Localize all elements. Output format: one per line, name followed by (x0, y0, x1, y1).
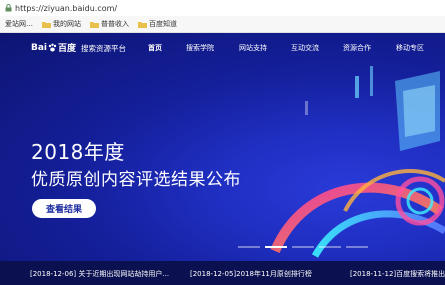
bookmark-label: 百度知道 (149, 20, 177, 28)
url-text: https://ziyuan.baidu.com/ (15, 3, 118, 13)
carousel-dot[interactable] (319, 246, 341, 248)
carousel-dot-active[interactable] (265, 246, 287, 248)
bookmark-item[interactable]: 爱站网… (5, 19, 33, 29)
nav-item-support[interactable]: 网站支持 (239, 43, 267, 53)
paw-icon (48, 43, 57, 52)
hero-title-year: 2018年度 (31, 140, 125, 164)
nav-item-cooperation[interactable]: 资源合作 (343, 43, 371, 53)
carousel-indicators (238, 246, 373, 248)
news-item[interactable]: [2018-11-12]百度搜索将推出小 (350, 269, 445, 279)
hero-banner: Bai 百度 搜索资源平台 首页 搜索学院 网站支持 互动交流 资源合作 移动专… (0, 33, 445, 285)
logo-text-cn: 百度 (58, 44, 77, 54)
top-nav: Bai 百度 搜索资源平台 首页 搜索学院 网站支持 互动交流 资源合作 移动专… (0, 33, 445, 61)
bookmark-label: 我的网站 (53, 20, 81, 28)
view-results-button[interactable]: 查看结果 (32, 199, 96, 218)
baidu-logo[interactable]: Bai 百度 (31, 41, 77, 55)
bookmark-item[interactable]: 普普收入 (90, 19, 129, 29)
nav-item-mobile[interactable]: 移动专区 (396, 43, 424, 53)
bookmarks-bar: 爱站网… 我的网站 普普收入 百度知道 (0, 16, 445, 33)
hero-title-main: 优质原创内容评选结果公布 (31, 170, 241, 190)
bookmark-item[interactable]: 我的网站 (42, 19, 81, 29)
platform-title: 搜索资源平台 (81, 44, 126, 53)
folder-icon (42, 21, 51, 28)
logo-text: Bai (31, 42, 48, 53)
news-ticker: [2018-12-06] 关于近期出现网站劫持用户... [2018-12-05… (0, 261, 445, 285)
nav-item-academy[interactable]: 搜索学院 (186, 43, 214, 53)
news-item[interactable]: [2018-12-06] 关于近期出现网站劫持用户... (30, 269, 169, 279)
news-item[interactable]: [2018-12-05]2018年11月原创排行榜 (190, 269, 312, 279)
nav-item-community[interactable]: 互动交流 (291, 43, 319, 53)
bookmark-label: 普普收入 (101, 20, 129, 28)
decorative-illustration (270, 66, 445, 258)
folder-icon (138, 21, 147, 28)
carousel-dot[interactable] (346, 246, 368, 248)
bookmark-label: 爱站网… (5, 20, 33, 28)
lock-icon (5, 4, 12, 12)
folder-icon (90, 21, 99, 28)
address-bar[interactable]: https://ziyuan.baidu.com/ (0, 0, 445, 16)
bookmark-item[interactable]: 百度知道 (138, 19, 177, 29)
carousel-dot[interactable] (292, 246, 314, 248)
carousel-dot[interactable] (238, 246, 260, 248)
nav-item-home[interactable]: 首页 (148, 43, 162, 53)
